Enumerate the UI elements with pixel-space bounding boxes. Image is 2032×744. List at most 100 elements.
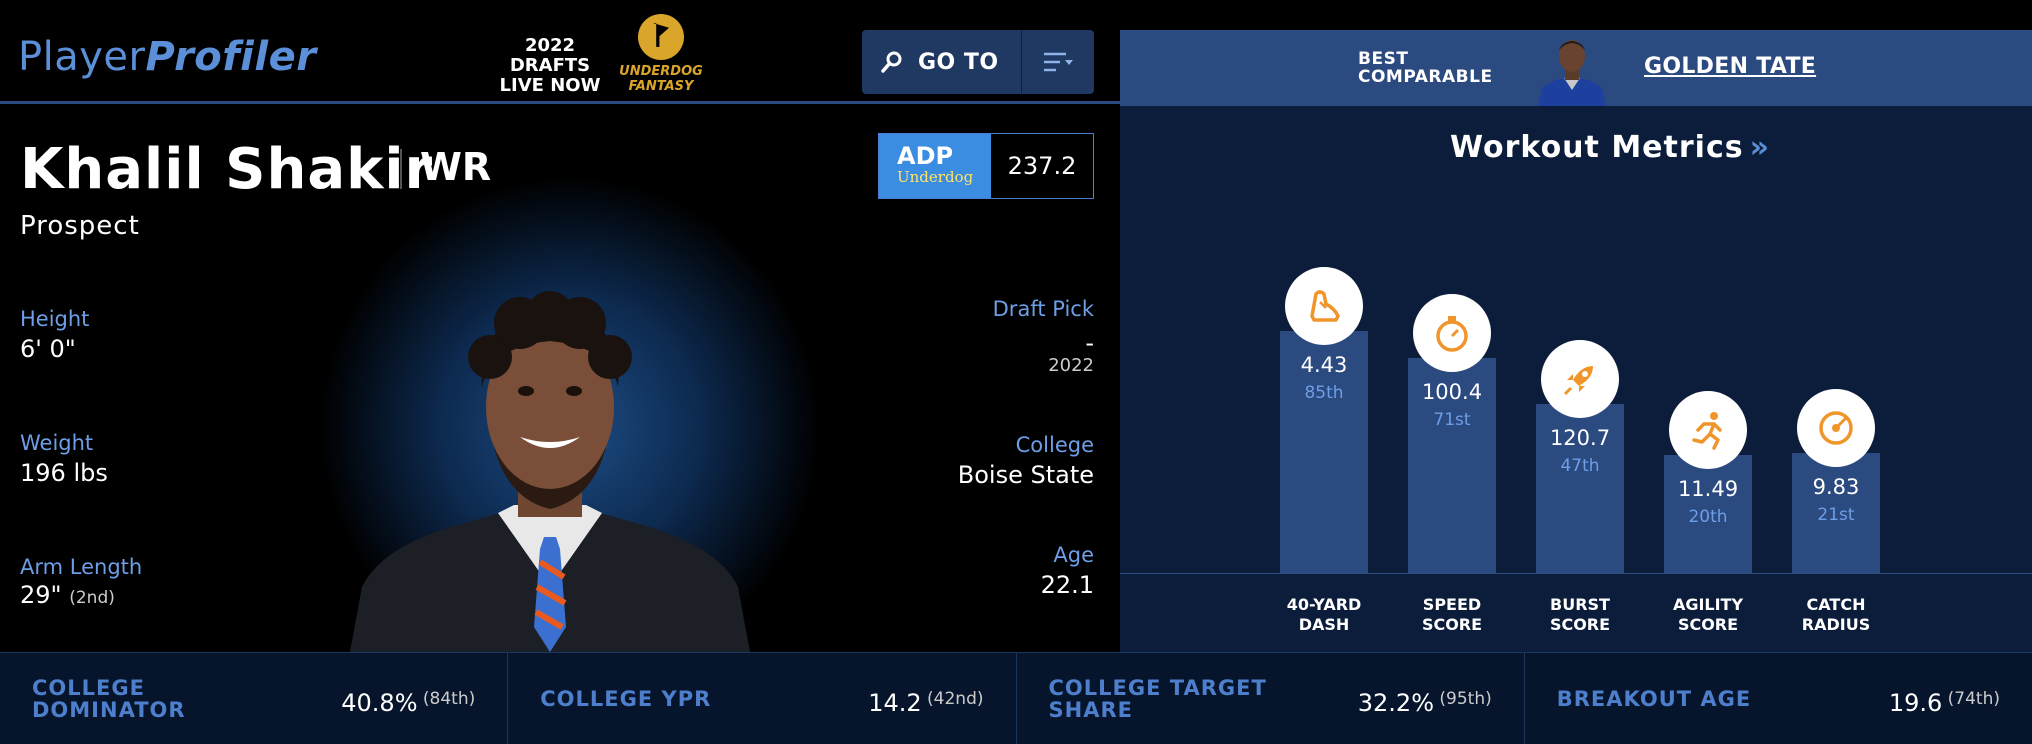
best-comparable-bar: BEST COMPARABLE GOLDEN TATE <box>1120 30 2032 106</box>
arm-length-number: 29" <box>20 581 62 609</box>
chart-baseline <box>1120 573 2032 574</box>
college-stat-cell: COLLEGE YPR 14.2 (42nd) <box>508 653 1017 744</box>
metric-value: 100.4 <box>1421 380 1483 404</box>
college-stat-rank: (84th) <box>417 689 476 709</box>
college-stat-rank: (42nd) <box>921 689 984 709</box>
college-stat-rank: (95th) <box>1434 689 1492 709</box>
target-icon <box>1797 389 1875 467</box>
comparable-avatar <box>1532 36 1612 106</box>
drafts-promo[interactable]: 2022 DRAFTS LIVE NOW <box>488 36 612 96</box>
draft-year: 2022 <box>1048 355 1094 376</box>
partner-line2: FANTASY <box>628 79 694 94</box>
college-label: College <box>1015 433 1094 457</box>
metric-label: AGILITY SCORE <box>1653 595 1763 635</box>
metric-label-line2: RADIUS <box>1801 615 1871 634</box>
adp-source: Underdog <box>897 168 974 186</box>
workout-metrics-title[interactable]: Workout Metrics» <box>1450 130 1770 165</box>
college-stat-label: BREAKOUT AGE <box>1556 687 1752 711</box>
college-stat-rank: (74th) <box>1942 689 2000 709</box>
college-stat-label: COLLEGE YPR <box>540 687 712 711</box>
college-stat-cell: BREAKOUT AGE 19.6 (74th) <box>1525 653 2032 744</box>
metric-label: CATCH RADIUS <box>1781 595 1891 635</box>
arm-length-label: Arm Length <box>20 555 143 579</box>
college-stat-value: 19.6 (74th) <box>1889 689 2000 717</box>
metric-label-line1: CATCH <box>1806 595 1866 614</box>
age-label: Age <box>1053 543 1094 567</box>
menu-button[interactable] <box>1022 30 1094 94</box>
metric-value: 120.7 <box>1549 426 1611 450</box>
logo-text-player: Player <box>18 34 146 80</box>
logo-text-profiler: Profiler <box>145 34 317 80</box>
metric-label-line2: DASH <box>1298 615 1350 634</box>
comparable-player-link[interactable]: GOLDEN TATE <box>1644 54 1816 79</box>
metric-label-line2: SCORE <box>1421 615 1483 634</box>
search-icon <box>881 51 902 73</box>
metric-percentile: 85th <box>1304 383 1344 403</box>
college-stat-label: COLLEGE TARGET SHARE <box>1048 676 1267 722</box>
best-comparable-label: BEST COMPARABLE <box>1358 50 1493 86</box>
underdog-flag-icon <box>638 14 684 60</box>
top-bar: PlayerProfiler 2022 DRAFTS LIVE NOW UNDE… <box>0 0 1120 104</box>
metric-value: 11.49 <box>1677 477 1739 501</box>
college-stat-cell: COLLEGE TARGET SHARE 32.2% (95th) <box>1017 653 1525 744</box>
college-stat-cell: COLLEGE DOMINATOR 40.8% (84th) <box>0 653 509 744</box>
drafts-line2: LIVE NOW <box>499 75 601 96</box>
player-status: Prospect <box>20 211 140 241</box>
metric-value: 9.83 <box>1812 475 1860 499</box>
metric-label-line1: SPEED <box>1422 595 1482 614</box>
college-stat-value: 14.2 (42nd) <box>868 689 983 717</box>
rocket-icon <box>1541 340 1619 418</box>
metric-label-line1: 40-YARD <box>1286 595 1362 614</box>
adp-value: 237.2 <box>991 134 1093 198</box>
college-stat-value: 32.2% (95th) <box>1358 689 1492 717</box>
college-stat-number: 14.2 <box>868 689 922 717</box>
player-name: Khalil Shakir <box>20 137 434 202</box>
weight-label: Weight <box>20 431 94 455</box>
runner-icon <box>1669 391 1747 469</box>
metric-value: 4.43 <box>1300 353 1348 377</box>
college-stat-value: 40.8% (84th) <box>341 689 475 717</box>
metric-label: SPEED SCORE <box>1397 595 1507 635</box>
metric-label-line1: AGILITY <box>1672 595 1744 614</box>
player-panel: Khalil Shakir WR Prospect ADP Underdog 2… <box>0 107 1120 652</box>
metric-percentile: 47th <box>1560 456 1600 476</box>
site-logo[interactable]: PlayerProfiler <box>18 34 316 80</box>
shoe-icon <box>1285 267 1363 345</box>
age-value: 22.1 <box>1040 571 1094 599</box>
goto-button[interactable]: GO TO <box>862 30 1022 94</box>
college-stat-number: 40.8% <box>341 689 418 717</box>
arm-length-rank: (2nd) <box>69 588 115 608</box>
college-value: Boise State <box>957 461 1094 489</box>
goto-control: GO TO <box>862 30 1094 94</box>
stopwatch-icon <box>1413 294 1491 372</box>
adp-label: ADP <box>897 142 954 170</box>
draft-pick-value: - <box>1085 329 1094 357</box>
menu-icon <box>1044 52 1073 72</box>
player-portrait <box>340 287 760 652</box>
goto-label: GO TO <box>918 49 999 75</box>
metric-label: BURST SCORE <box>1525 595 1635 635</box>
height-value: 6' 0" <box>20 335 76 363</box>
best-comparable-line2: COMPARABLE <box>1358 67 1493 87</box>
weight-value: 196 lbs <box>20 459 108 487</box>
player-position: WR <box>420 145 492 189</box>
partner-line1: UNDERDOG <box>619 64 703 79</box>
metric-percentile: 21st <box>1817 505 1855 525</box>
underdog-fantasy-logo[interactable]: UNDERDOG FANTASY <box>616 14 706 94</box>
height-label: Height <box>20 307 90 331</box>
workout-metrics-panel: Workout Metrics» 4.43 85th 40-YARD DASH 100.… <box>1120 106 2032 652</box>
best-comparable-line1: BEST <box>1358 49 1409 69</box>
metric-label: 40-YARD DASH <box>1269 595 1379 635</box>
metric-label-line2: SCORE <box>1677 615 1739 634</box>
college-stat-number: 19.6 <box>1888 689 1943 717</box>
drafts-line1: 2022 DRAFTS <box>509 35 591 76</box>
name-divider <box>400 149 402 189</box>
metric-label-line2: SCORE <box>1549 615 1611 634</box>
metric-percentile: 20th <box>1688 507 1728 527</box>
draft-pick-label: Draft Pick <box>992 297 1094 321</box>
college-stat-label: COLLEGE DOMINATOR <box>32 676 186 722</box>
metric-label-line1: BURST <box>1550 595 1610 614</box>
arm-length-value: 29" (2nd) <box>20 581 115 609</box>
college-stats-bar: COLLEGE DOMINATOR 40.8% (84th) COLLEGE YPR… <box>0 652 2032 744</box>
metric-percentile: 71st <box>1433 410 1471 430</box>
